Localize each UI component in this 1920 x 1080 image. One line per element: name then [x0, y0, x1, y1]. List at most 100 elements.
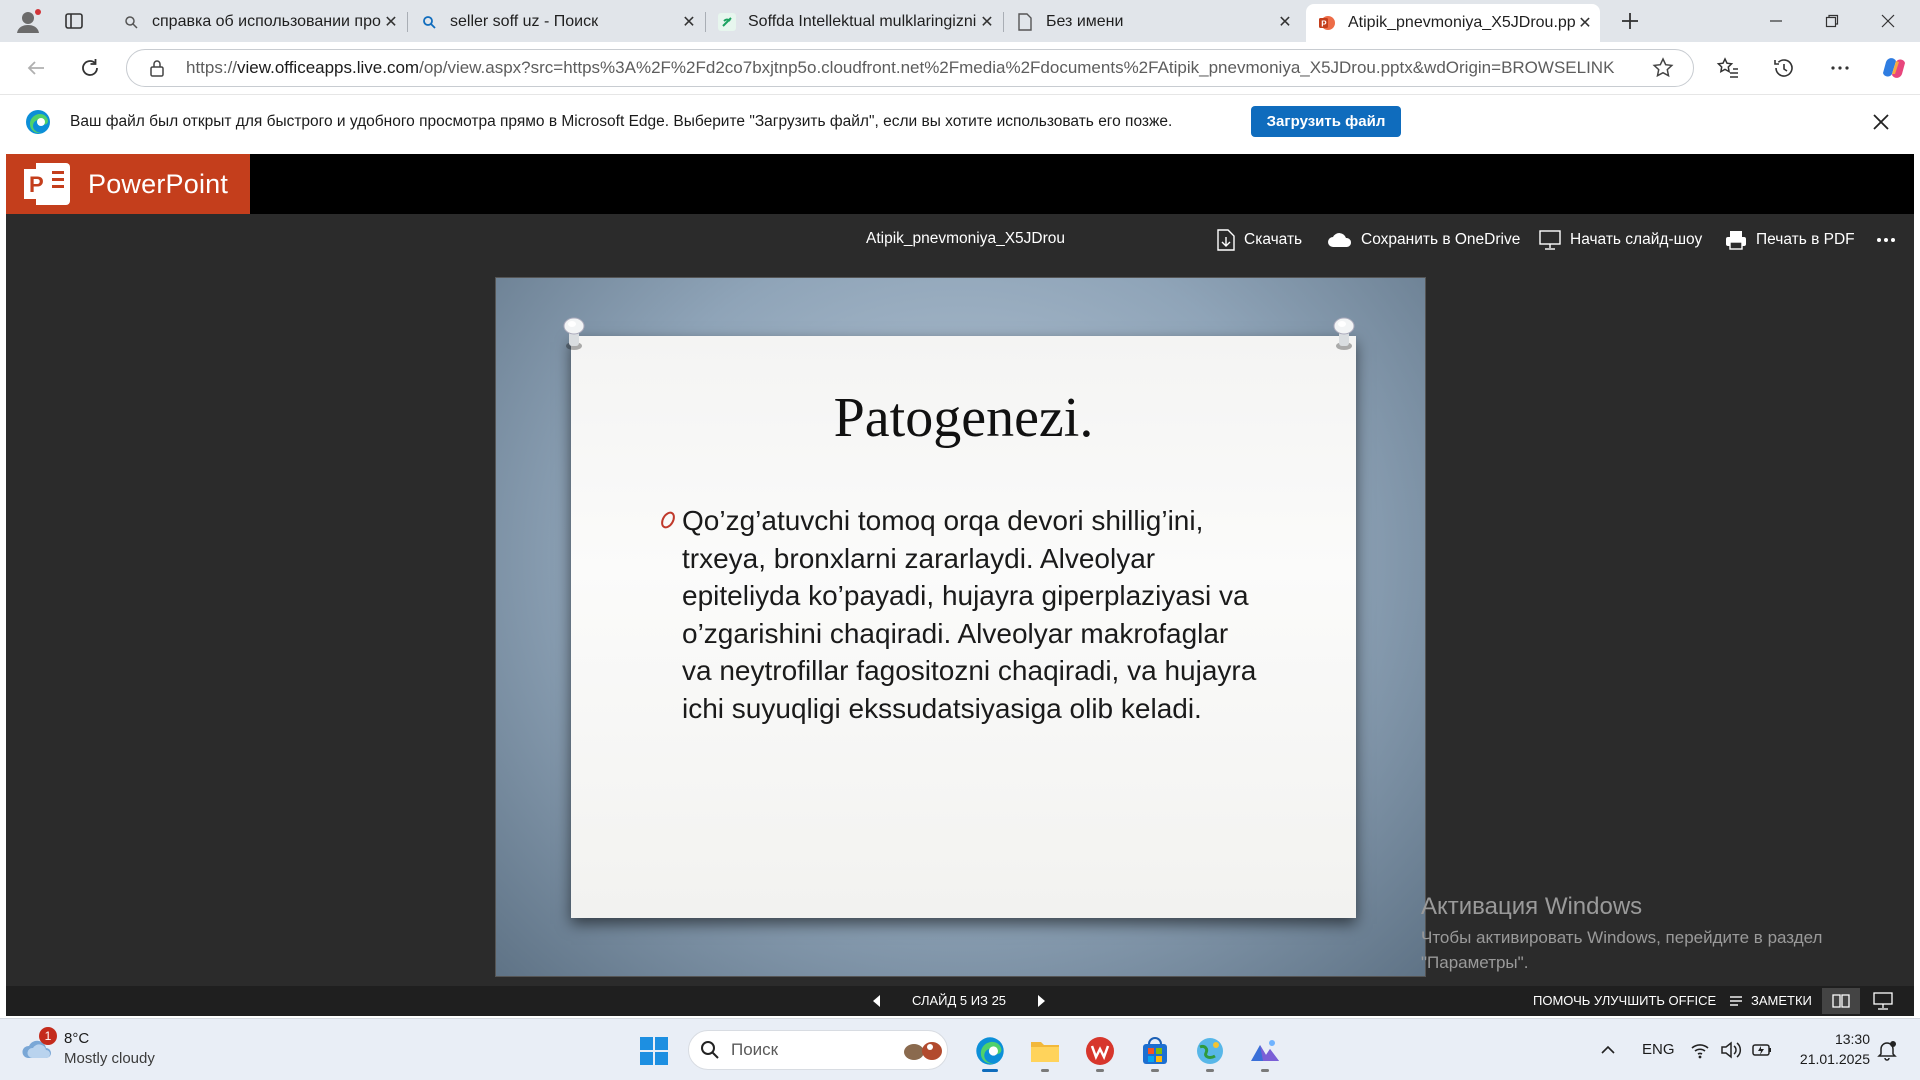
powerpoint-favicon-icon: P [1318, 14, 1336, 32]
svg-text:P: P [1321, 19, 1327, 28]
weather-temperature[interactable]: 8°C [64, 1030, 89, 1047]
more-commands-icon[interactable] [1874, 228, 1898, 252]
tab-title: Atipik_pnevmoniya_X5JDrou.pptx [1348, 14, 1576, 31]
tab-title: Soffda Intellektual mulklaringizni [748, 13, 977, 30]
download-file-button[interactable]: Загрузить файл [1251, 106, 1401, 137]
restore-window-icon[interactable] [1804, 0, 1860, 42]
close-info-bar-icon[interactable] [1870, 111, 1892, 133]
app-running-indicator [1261, 1069, 1269, 1072]
browser-tab[interactable]: Без имени ✕ [1004, 6, 1300, 38]
tab-title: справка об использовании про [152, 13, 381, 30]
minimize-window-icon[interactable] [1748, 0, 1804, 42]
pushpin-icon [559, 316, 589, 356]
soff-favicon-icon [718, 13, 736, 31]
new-tab-icon[interactable] [1618, 9, 1642, 33]
slideshow-icon [1539, 230, 1561, 250]
browser-tab[interactable]: Soffda Intellektual mulklaringizni ✕ [706, 6, 1002, 38]
back-arrow-icon[interactable] [24, 56, 48, 80]
close-tab-icon[interactable]: ✕ [1576, 14, 1594, 32]
browser-tab-active[interactable]: P Atipik_pnevmoniya_X5JDrou.pptx ✕ [1306, 4, 1600, 42]
profile-avatar-icon[interactable] [14, 7, 42, 35]
previous-slide-icon[interactable] [870, 993, 884, 1009]
windows-start-icon[interactable] [636, 1033, 672, 1069]
url-text[interactable]: https://view.officeapps.live.com/op/view… [186, 58, 1636, 78]
active-app-indicator [982, 1069, 998, 1072]
clock-time[interactable]: 13:30 [1820, 1031, 1870, 1047]
activation-watermark-subtitle: Чтобы активировать Windows, перейдите в … [1421, 928, 1823, 972]
help-improve-office-link[interactable]: ПОМОЧЬ УЛУЧШИТЬ OFFICE [1533, 993, 1716, 1008]
print-pdf-button[interactable]: Печать в PDF [1724, 228, 1855, 252]
search-icon [122, 13, 140, 31]
more-options-icon[interactable] [1828, 56, 1852, 80]
volume-icon[interactable] [1720, 1040, 1742, 1060]
favorite-star-icon[interactable] [1652, 57, 1674, 79]
edge-taskbar-icon[interactable] [972, 1033, 1008, 1069]
battery-icon[interactable] [1751, 1040, 1773, 1060]
notes-icon[interactable] [1728, 993, 1744, 1009]
language-indicator[interactable]: ENG [1642, 1041, 1675, 1058]
slide-body-text: Qo’zg’atuvchi tomoq orqa devori shillig’… [682, 505, 1257, 724]
bullet-icon [656, 508, 680, 532]
slideshow-view-icon[interactable] [1872, 991, 1894, 1011]
copilot-icon[interactable] [1880, 54, 1908, 82]
svg-text:P: P [29, 172, 44, 197]
windows-taskbar [0, 1018, 1920, 1080]
history-icon[interactable] [1772, 56, 1796, 80]
powerpoint-app-launcher[interactable]: P PowerPoint [6, 154, 250, 214]
tab-title: Без имени [1046, 13, 1124, 30]
browser-app-icon[interactable] [1192, 1033, 1228, 1069]
powerpoint-header [6, 154, 1914, 214]
reading-view-icon[interactable] [1822, 988, 1860, 1014]
next-slide-icon[interactable] [1034, 993, 1048, 1009]
favorites-icon[interactable] [1716, 56, 1740, 80]
app-running-indicator [1096, 1069, 1104, 1072]
weather-description[interactable]: Mostly cloudy [64, 1050, 155, 1067]
slide-canvas[interactable]: Patogenezi. Qo’zg’atuvchi tomoq orqa dev… [495, 277, 1426, 977]
info-bar-message: Ваш файл был открыт для быстрого и удобн… [70, 113, 1173, 130]
slide-paper: Patogenezi. Qo’zg’atuvchi tomoq orqa dev… [571, 336, 1356, 918]
url-prefix: https:// [186, 58, 238, 77]
refresh-icon[interactable] [78, 56, 102, 80]
tab-actions-icon[interactable] [64, 11, 84, 31]
search-icon [700, 1040, 720, 1060]
print-icon [1726, 231, 1746, 250]
app-name: PowerPoint [88, 168, 229, 199]
close-tab-icon[interactable]: ✕ [1276, 13, 1294, 31]
powerpoint-logo-icon: P [22, 161, 72, 207]
notes-button[interactable]: ЗАМЕТКИ [1751, 993, 1812, 1008]
slideshow-label: Начать слайд-шоу [1570, 231, 1703, 248]
save-onedrive-label: Сохранить в OneDrive [1361, 231, 1521, 248]
blank-page-icon [1016, 13, 1034, 31]
url-path: /op/view.aspx?src=https%3A%2F%2Fd2co7bxj… [419, 58, 1615, 77]
start-slideshow-button[interactable]: Начать слайд-шоу [1538, 228, 1702, 252]
wps-office-icon[interactable] [1082, 1033, 1118, 1069]
photos-app-icon[interactable] [1247, 1033, 1283, 1069]
activation-watermark-title: Активация Windows [1421, 893, 1643, 920]
browser-tab[interactable]: справка об использовании про ✕ [110, 6, 406, 38]
search-placeholder: Поиск [731, 1040, 779, 1059]
close-window-icon[interactable] [1860, 0, 1916, 42]
download-label: Скачать [1244, 231, 1303, 248]
search-highlight-icon [900, 1036, 946, 1064]
wifi-icon[interactable] [1690, 1040, 1710, 1060]
pushpin-icon [1329, 316, 1359, 356]
download-icon [1217, 229, 1235, 251]
close-tab-icon[interactable]: ✕ [382, 13, 400, 31]
close-tab-icon[interactable]: ✕ [680, 13, 698, 31]
edge-logo-icon [24, 108, 52, 136]
print-pdf-label: Печать в PDF [1756, 231, 1855, 248]
file-explorer-icon[interactable] [1027, 1033, 1063, 1069]
browser-tab[interactable]: seller soff uz - Поиск ✕ [408, 6, 704, 38]
app-running-indicator [1206, 1069, 1214, 1072]
close-tab-icon[interactable]: ✕ [978, 13, 996, 31]
download-button[interactable]: Скачать [1216, 228, 1302, 252]
app-running-indicator [1041, 1069, 1049, 1072]
show-hidden-icons-chevron-icon[interactable] [1598, 1040, 1618, 1060]
save-onedrive-button[interactable]: Сохранить в OneDrive [1327, 228, 1520, 252]
notifications-bell-icon[interactable] [1876, 1039, 1898, 1061]
tab-title: seller soff uz - Поиск [450, 13, 599, 30]
lock-icon[interactable] [148, 58, 166, 78]
url-host: view.officeapps.live.com [237, 58, 420, 77]
microsoft-store-icon[interactable] [1137, 1033, 1173, 1069]
clock-date[interactable]: 21.01.2025 [1790, 1051, 1870, 1067]
